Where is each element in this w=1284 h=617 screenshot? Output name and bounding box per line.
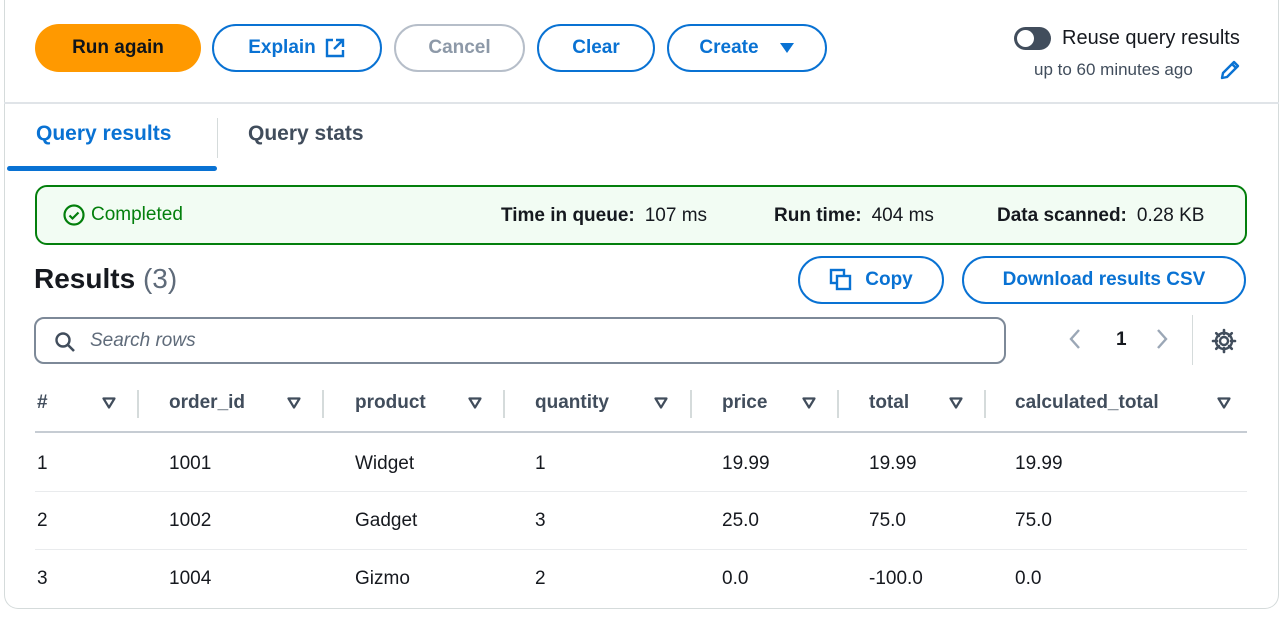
column-header-order_id[interactable]: order_id — [169, 392, 245, 414]
table-cell-product: Gadget — [355, 510, 418, 531]
column-header-quantity[interactable]: quantity — [535, 392, 609, 414]
data-scanned: Data scanned: 0.28 KB — [997, 205, 1204, 227]
table-cell-quantity: 3 — [535, 510, 546, 531]
search-icon — [55, 332, 75, 352]
pencil-icon[interactable] — [1218, 58, 1242, 82]
table-cell-index: 1 — [37, 453, 48, 474]
status-banner: Completed Time in queue: 107 ms Run time:… — [35, 185, 1247, 245]
table-cell-price: 0.0 — [722, 568, 749, 589]
create-dropdown-button[interactable]: Create — [667, 24, 827, 72]
table-cell-total: 19.99 — [869, 453, 917, 474]
run-time-value: 404 ms — [871, 205, 934, 226]
active-tab-indicator — [7, 166, 217, 171]
table-cell-order_id: 1001 — [169, 453, 212, 474]
clear-label: Clear — [572, 37, 620, 58]
reuse-duration-text: up to 60 minutes ago — [1034, 60, 1193, 79]
time-in-queue-value: 107 ms — [644, 205, 708, 226]
column-header-calculated_total[interactable]: calculated_total — [1015, 392, 1159, 414]
table-cell-product: Gizmo — [355, 568, 410, 589]
next-page-icon[interactable] — [1155, 328, 1169, 356]
data-scanned-label: Data scanned: — [997, 205, 1127, 226]
column-separator[interactable] — [503, 390, 505, 418]
column-separator[interactable] — [137, 390, 139, 418]
copy-icon — [830, 268, 852, 291]
cancel-label: Cancel — [428, 37, 491, 58]
run-again-label: Run again — [72, 37, 164, 58]
table-cell-product: Widget — [355, 453, 415, 474]
table-cell-quantity: 1 — [535, 453, 546, 474]
row-divider — [35, 549, 1247, 550]
table-cell-index: 2 — [37, 510, 48, 531]
search-input[interactable] — [90, 328, 970, 354]
pager-separator — [1192, 315, 1193, 365]
results-heading: Results (3) — [34, 263, 177, 295]
sort-caret-icon[interactable] — [802, 397, 816, 409]
gear-icon[interactable] — [1211, 328, 1237, 354]
column-header-price[interactable]: price — [722, 392, 767, 414]
download-csv-button[interactable]: Download results CSV — [962, 256, 1246, 304]
column-separator[interactable] — [690, 390, 692, 418]
current-page-number[interactable]: 1 — [1116, 329, 1127, 351]
create-label: Create — [699, 37, 759, 58]
table-cell-total: -100.0 — [869, 568, 923, 589]
explain-button[interactable]: Explain — [212, 24, 382, 72]
time-in-queue-label: Time in queue: — [501, 205, 635, 226]
run-time: Run time: 404 ms — [774, 205, 934, 227]
column-header-total[interactable]: total — [869, 392, 909, 414]
time-in-queue: Time in queue: 107 ms — [501, 205, 707, 227]
sort-caret-icon[interactable] — [949, 397, 963, 409]
reuse-results-toggle[interactable] — [1014, 27, 1051, 50]
toggle-knob — [1017, 30, 1034, 47]
run-again-button[interactable]: Run again — [35, 24, 201, 72]
table-cell-price: 19.99 — [722, 453, 770, 474]
status-text: Completed — [91, 204, 183, 225]
results-count: (3) — [142, 263, 178, 294]
clear-button[interactable]: Clear — [537, 24, 655, 72]
download-csv-label: Download results CSV — [1002, 269, 1206, 290]
row-divider — [35, 491, 1247, 492]
table-cell-index: 3 — [37, 568, 48, 589]
tab-query-results[interactable]: Query results — [36, 122, 171, 146]
sort-caret-icon[interactable] — [1217, 397, 1231, 409]
cancel-button[interactable]: Cancel — [394, 24, 525, 72]
copy-label: Copy — [865, 269, 913, 290]
column-header-product[interactable]: product — [355, 392, 426, 414]
table-header-rule — [35, 431, 1247, 433]
results-title: Results — [34, 263, 136, 294]
copy-button[interactable]: Copy — [798, 256, 944, 304]
toolbar-divider — [4, 102, 1279, 104]
table-cell-price: 25.0 — [722, 510, 759, 531]
table-cell-calculated_total: 0.0 — [1015, 568, 1042, 589]
table-cell-calculated_total: 19.99 — [1015, 453, 1063, 474]
status-completed: Completed — [63, 204, 183, 226]
table-cell-order_id: 1002 — [169, 510, 212, 531]
explain-label: Explain — [248, 37, 316, 58]
table-cell-total: 75.0 — [869, 510, 906, 531]
data-scanned-value: 0.28 KB — [1136, 205, 1205, 226]
column-separator[interactable] — [984, 390, 986, 418]
search-rows-field[interactable] — [34, 317, 1006, 364]
sort-caret-icon[interactable] — [468, 397, 482, 409]
column-separator[interactable] — [322, 390, 324, 418]
tab-query-stats[interactable]: Query stats — [248, 122, 364, 146]
caret-down-icon — [779, 43, 794, 53]
previous-page-icon[interactable] — [1068, 328, 1082, 356]
table-cell-quantity: 2 — [535, 568, 546, 589]
column-separator[interactable] — [837, 390, 839, 418]
check-circle-icon — [63, 204, 85, 226]
column-header-index[interactable]: # — [37, 392, 48, 414]
sort-caret-icon[interactable] — [102, 397, 116, 409]
reuse-results-label: Reuse query results — [1062, 27, 1240, 49]
table-cell-calculated_total: 75.0 — [1015, 510, 1052, 531]
run-time-label: Run time: — [774, 205, 862, 226]
sort-caret-icon[interactable] — [287, 397, 301, 409]
external-link-icon — [325, 38, 344, 58]
table-cell-order_id: 1004 — [169, 568, 212, 589]
sort-caret-icon[interactable] — [654, 397, 668, 409]
tab-separator — [217, 118, 218, 158]
